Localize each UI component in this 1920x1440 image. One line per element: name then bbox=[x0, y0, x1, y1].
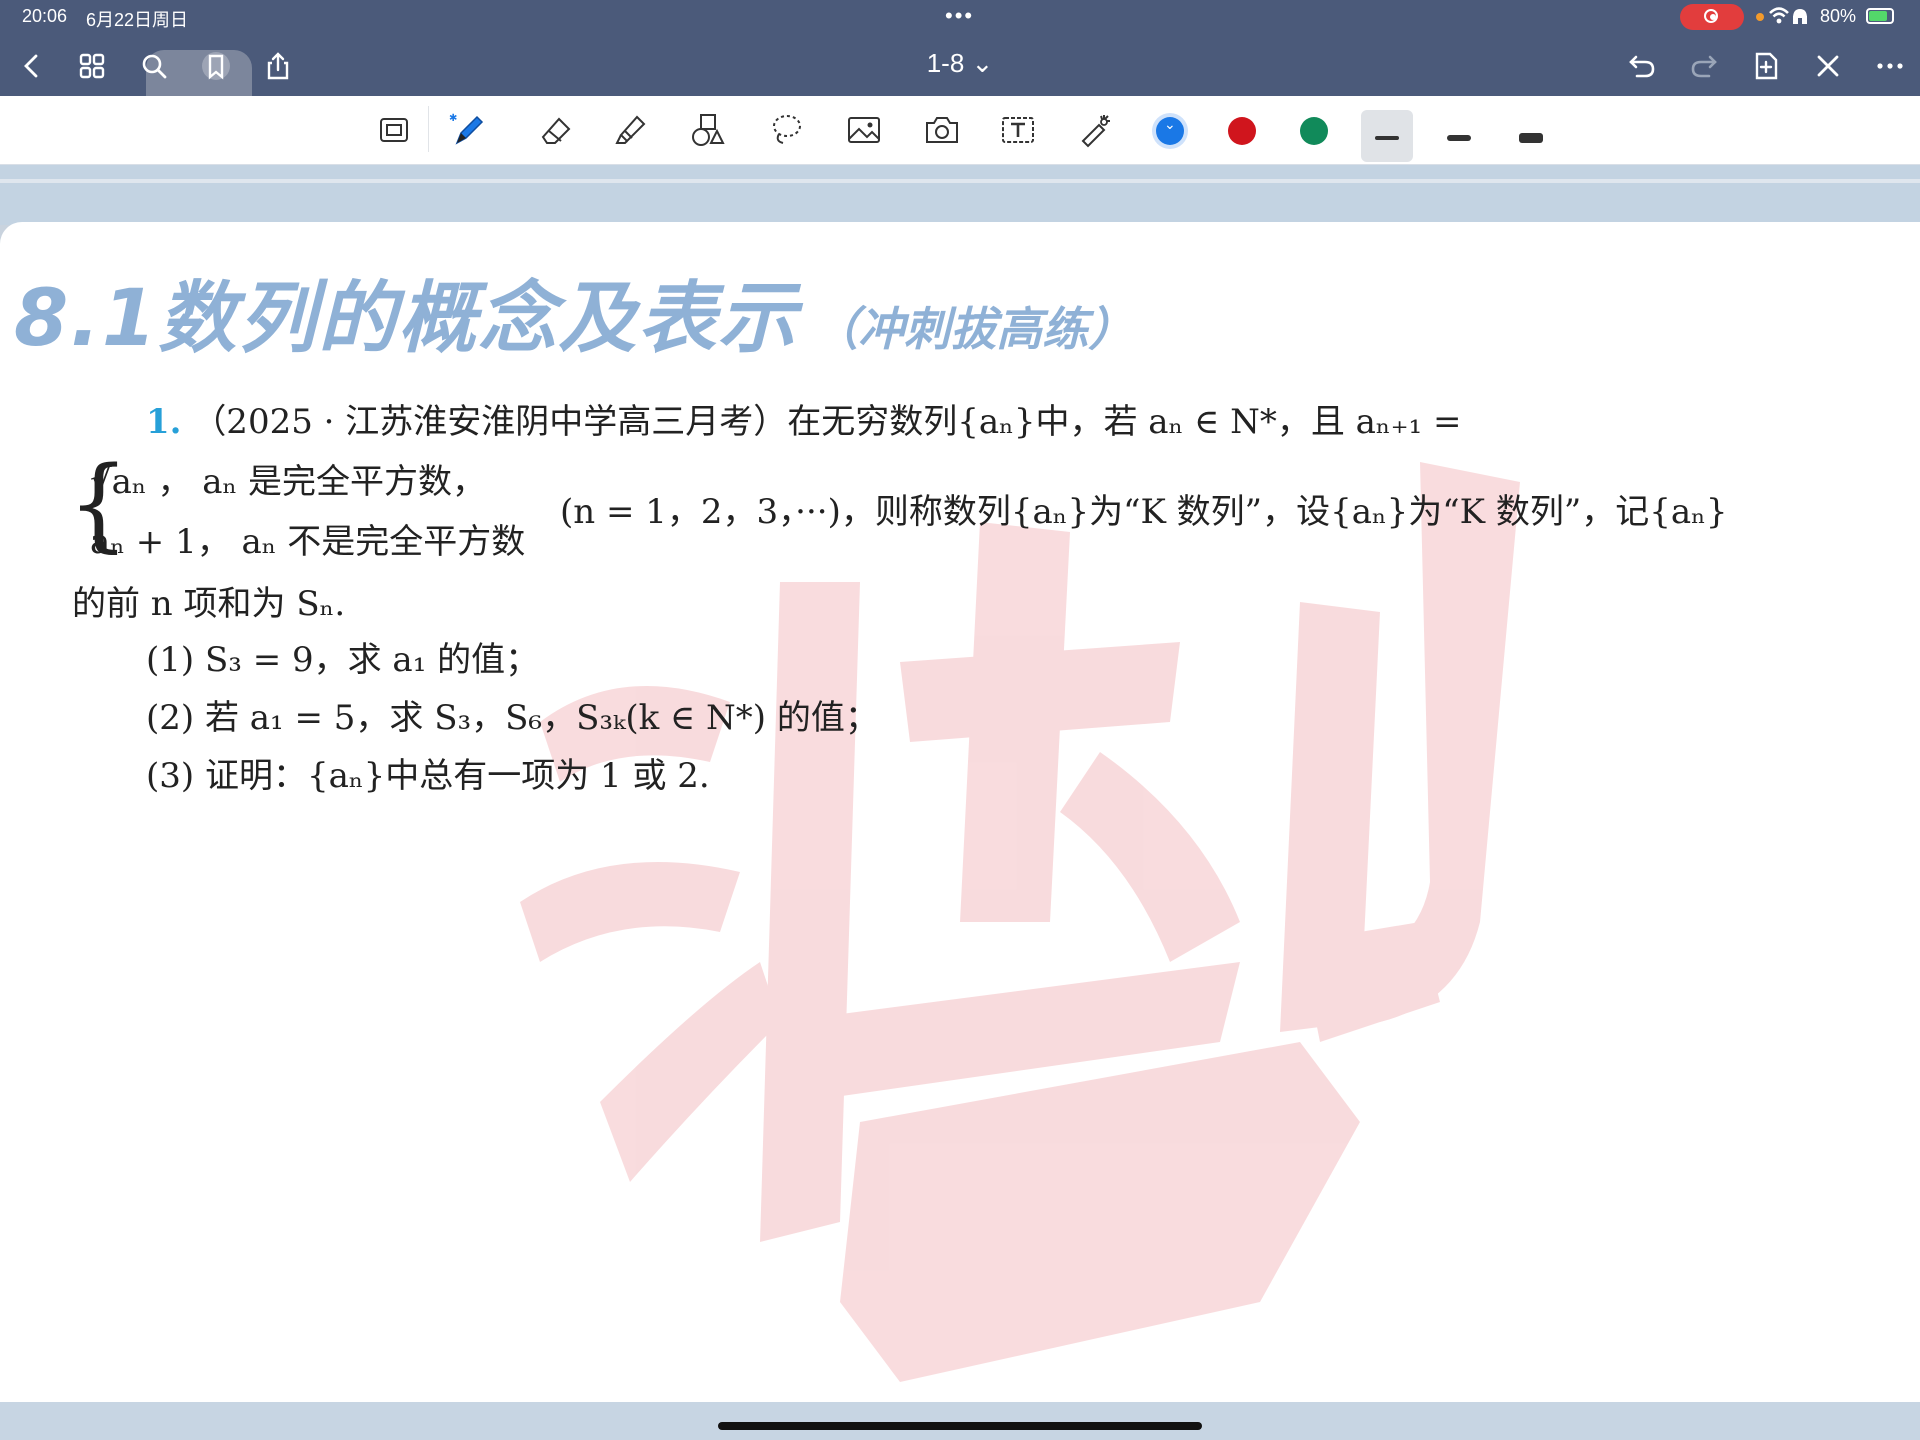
text-icon[interactable] bbox=[996, 110, 1040, 150]
image-icon[interactable] bbox=[842, 110, 886, 150]
thickness-medium[interactable] bbox=[1433, 110, 1485, 162]
undo-icon[interactable] bbox=[1622, 46, 1662, 86]
camera-icon[interactable] bbox=[920, 110, 964, 150]
color-swatch-red[interactable] bbox=[1228, 117, 1256, 145]
section-heading: 8.1数列的概念及表示 （冲刺拔高练） bbox=[14, 256, 1134, 368]
status-time: 20:06 bbox=[22, 6, 68, 26]
close-icon[interactable] bbox=[1808, 46, 1848, 86]
annotation-toolbar: ✱ bbox=[0, 96, 1920, 165]
search-icon[interactable] bbox=[134, 46, 174, 86]
thickness-thick[interactable] bbox=[1505, 110, 1557, 162]
multitasking-dots-icon[interactable]: ••• bbox=[945, 3, 974, 29]
thickness-thin[interactable] bbox=[1361, 110, 1413, 162]
add-page-icon[interactable] bbox=[1746, 46, 1786, 86]
section-title: 8.1数列的概念及表示 bbox=[14, 274, 799, 364]
lasso-icon[interactable] bbox=[764, 110, 808, 150]
shapes-icon[interactable] bbox=[686, 110, 730, 150]
piecewise-case-1: √aₙ ， aₙ 是完全平方数， bbox=[90, 462, 487, 502]
question-number: 1. bbox=[146, 402, 182, 442]
laser-icon[interactable] bbox=[1074, 110, 1118, 150]
wifi-icon bbox=[1768, 4, 1812, 33]
question-line-1: 1. （2025 · 江苏淮安淮阴中学高三月考）在无穷数列{aₙ}中，若 aₙ … bbox=[146, 394, 1461, 443]
mic-in-use-dot bbox=[1756, 13, 1764, 21]
page-icon[interactable] bbox=[372, 110, 416, 150]
piecewise-case-2: aₙ + 1， aₙ 不是完全平方数 bbox=[90, 522, 526, 562]
home-indicator[interactable] bbox=[718, 1422, 1202, 1430]
sub-question-2: (2) 若 a₁ = 5，求 S₃，S₆，S₃ₖ(k ∈ N*) 的值； bbox=[146, 698, 879, 738]
document-page[interactable]: 8.1数列的概念及表示 （冲刺拔高练） 1. （2025 · 江苏淮安淮阴中学高三… bbox=[0, 222, 1920, 1402]
toolbar-divider bbox=[428, 106, 429, 152]
page-gap bbox=[0, 165, 1920, 225]
battery-icon bbox=[1866, 8, 1894, 24]
back-icon[interactable] bbox=[12, 46, 52, 86]
grid-icon[interactable] bbox=[72, 46, 112, 86]
color-swatch-blue[interactable] bbox=[1156, 117, 1184, 145]
pen-icon[interactable]: ✱ bbox=[446, 110, 490, 150]
sub-question-3: (3) 证明：{aₙ}中总有一项为 1 或 2. bbox=[146, 756, 710, 796]
question-line-3: 的前 n 项和为 Sₙ. bbox=[72, 584, 346, 624]
status-bar: 20:06 6月22日周日 ••• 80% bbox=[0, 0, 1920, 34]
document-title[interactable]: 1-8 ⌄ bbox=[900, 48, 1020, 79]
screen-recording-indicator[interactable] bbox=[1680, 4, 1744, 30]
navigation-bar: 1-8 ⌄ bbox=[0, 34, 1920, 154]
redo-icon[interactable] bbox=[1684, 46, 1724, 86]
sub-question-1: (1) S₃ = 9，求 a₁ 的值； bbox=[146, 640, 540, 680]
bottom-area bbox=[0, 1402, 1920, 1440]
question-stem: （2025 · 江苏淮安淮阴中学高三月考）在无穷数列{aₙ}中，若 aₙ ∈ N… bbox=[192, 402, 1462, 442]
highlighter-icon[interactable] bbox=[608, 110, 652, 150]
status-date: 6月22日周日 bbox=[86, 10, 189, 30]
eraser-icon[interactable] bbox=[534, 110, 578, 150]
bookmark-icon[interactable] bbox=[196, 46, 236, 86]
share-icon[interactable] bbox=[258, 46, 298, 86]
section-subtitle: （冲刺拔高练） bbox=[812, 302, 1135, 356]
publisher-watermark bbox=[520, 462, 1520, 1382]
question-line-2: (n = 1，2，3，···)，则称数列{aₙ}为“K 数列”，设{aₙ}为“K… bbox=[560, 492, 1728, 532]
battery-percentage: 80% bbox=[1820, 6, 1857, 26]
svg-text:✱: ✱ bbox=[449, 113, 457, 124]
color-swatch-green[interactable] bbox=[1300, 117, 1328, 145]
more-icon[interactable] bbox=[1870, 46, 1910, 86]
